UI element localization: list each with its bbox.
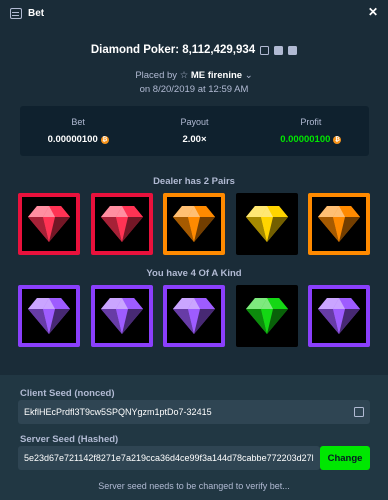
server-seed-field[interactable]: 5e23d67e721142f8271e7a219cca36d4ce99f3a1… (18, 446, 320, 470)
payout-multiplier: 2.00× (182, 134, 207, 145)
placed-by: Placed by ☆ ME firenine ⌄ (0, 70, 388, 81)
bet-title: Diamond Poker: 8,112,429,934 (90, 44, 256, 56)
player-cards (18, 285, 370, 347)
change-seed-button[interactable]: Change (320, 446, 370, 470)
stat-label: Profit (300, 117, 322, 127)
modal-title: Bet (28, 7, 45, 19)
stat-payout: Payout 2.00× (136, 106, 252, 156)
bitcoin-icon: ₿ (333, 135, 342, 144)
twitter-share-icon[interactable] (288, 45, 298, 55)
server-seed-label: Server Seed (Hashed) (20, 434, 119, 445)
bet-icon (10, 7, 22, 19)
green-diamond-icon (245, 296, 289, 336)
copy-icon[interactable] (260, 45, 270, 55)
red-diamond-icon (100, 204, 144, 244)
stat-value: 0.00000100 ₿ (280, 134, 342, 145)
client-seed-label: Client Seed (nonced) (20, 388, 115, 399)
yellow-diamond-icon (245, 204, 289, 244)
username-link[interactable]: ME firenine (191, 70, 242, 81)
server-seed-value: 5e23d67e721142f8271e7a219cca36d4ce99f3a1… (24, 453, 314, 463)
vip-star-icon: ☆ (179, 70, 189, 81)
player-card-2 (90, 285, 153, 347)
copy-icon[interactable] (354, 407, 364, 417)
purple-diamond-icon (27, 296, 71, 336)
purple-diamond-icon (317, 296, 361, 336)
player-card-5 (308, 285, 370, 347)
verify-note: Server seed needs to be changed to verif… (98, 481, 290, 491)
player-card-3 (163, 285, 225, 347)
bitcoin-icon: ₿ (100, 135, 109, 144)
dealer-card-2 (90, 193, 153, 255)
player-hand-label: You have 4 Of A Kind (146, 268, 242, 279)
stat-value: 2.00× (182, 134, 206, 145)
bet-stats: Bet 0.00000100 ₿ Payout 2.00× Profit 0.0… (20, 106, 369, 156)
dealer-cards (18, 193, 370, 255)
stat-profit: Profit 0.00000100 ₿ (253, 106, 369, 156)
dealer-card-4 (235, 193, 298, 255)
player-card-4 (235, 285, 298, 347)
modal-header: Bet ✕ (0, 0, 388, 26)
red-diamond-icon (27, 204, 71, 244)
placed-by-prefix: Placed by (135, 70, 178, 81)
orange-diamond-icon (317, 204, 361, 244)
close-icon[interactable]: ✕ (368, 6, 378, 18)
bet-date: on 8/20/2019 at 12:59 AM (139, 84, 249, 95)
stat-label: Payout (180, 117, 209, 127)
stat-bet: Bet 0.00000100 ₿ (20, 106, 136, 156)
player-card-1 (18, 285, 80, 347)
client-seed-value: EkflHEcPrdfl3T9cw5SPQNYgzm1ptDo7-32415 (24, 407, 212, 417)
dealer-card-3 (163, 193, 225, 255)
stat-label: Bet (71, 117, 85, 127)
dealer-card-1 (18, 193, 80, 255)
bet-title-row: Diamond Poker: 8,112,429,934 (0, 44, 388, 56)
purple-diamond-icon (100, 296, 144, 336)
client-seed-field[interactable]: EkflHEcPrdfl3T9cw5SPQNYgzm1ptDo7-32415 (18, 400, 370, 424)
dealer-hand-label: Dealer has 2 Pairs (153, 176, 235, 187)
facebook-share-icon[interactable] (274, 45, 284, 55)
dealer-card-5 (308, 193, 370, 255)
bet-amount: 0.00000100 (47, 134, 98, 145)
stat-value: 0.00000100 ₿ (48, 134, 109, 145)
chevron-down-icon[interactable]: ⌄ (245, 70, 253, 81)
bet-modal: Bet ✕ Diamond Poker: 8,112,429,934 Place… (0, 0, 388, 500)
purple-diamond-icon (172, 296, 216, 336)
orange-diamond-icon (172, 204, 216, 244)
profit-amount: 0.00000100 (280, 134, 331, 145)
